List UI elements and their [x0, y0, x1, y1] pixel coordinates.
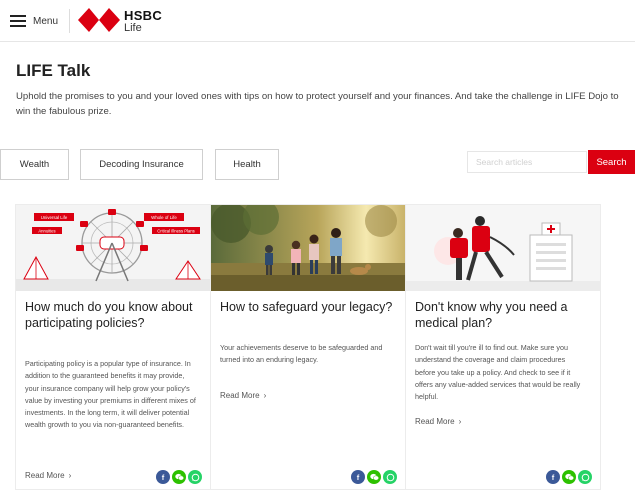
menu-button[interactable]: Menu — [10, 12, 58, 30]
hsbc-life-logo[interactable]: HSBC Life — [78, 6, 178, 36]
wechat-icon[interactable] — [172, 470, 186, 484]
facebook-icon[interactable]: f — [156, 470, 170, 484]
share-bar: f — [156, 470, 202, 484]
hsbc-hexagon-icon — [78, 8, 120, 32]
read-more-label: Read More — [25, 471, 65, 480]
card-description: Don't wait till you're ill to find out. … — [415, 343, 581, 402]
whatsapp-icon[interactable] — [188, 470, 202, 484]
image-label-annuities: Annuities — [38, 228, 55, 233]
read-more-link[interactable]: Read More › — [220, 391, 266, 400]
site-header: Menu HSBC Life — [0, 0, 635, 42]
image-label-whole-of-life: Whole of Life — [151, 215, 177, 220]
facebook-icon[interactable]: f — [351, 470, 365, 484]
whatsapp-icon[interactable] — [383, 470, 397, 484]
chevron-right-icon: › — [68, 471, 72, 480]
search-input[interactable] — [467, 151, 587, 173]
read-more-label: Read More — [415, 417, 455, 426]
svg-text:f: f — [162, 473, 165, 481]
card-description: Participating policy is a popular type o… — [25, 359, 196, 430]
card-description: Your achievements deserve to be safeguar… — [220, 343, 383, 365]
svg-text:f: f — [357, 473, 360, 481]
read-more-link[interactable]: Read More › — [415, 417, 461, 426]
article-card-legacy[interactable]: How to safeguard your legacy? Your achie… — [210, 204, 406, 490]
ferris-wheel-illustration: Universal Life Annuities Whole of Life C… — [16, 205, 210, 291]
logo-name: HSBC — [124, 8, 163, 23]
menu-label: Menu — [33, 15, 59, 27]
logo-sub: Life — [124, 22, 142, 34]
hospital-illustration — [406, 205, 600, 291]
svg-text:f: f — [552, 473, 555, 481]
facebook-icon[interactable]: f — [546, 470, 560, 484]
share-bar: f — [546, 470, 592, 484]
wechat-icon[interactable] — [367, 470, 381, 484]
filter-wealth-button[interactable]: Wealth — [0, 149, 69, 180]
filter-decoding-insurance-button[interactable]: Decoding Insurance — [80, 149, 203, 180]
image-label-critical-illness: Critical Illness Plans — [157, 228, 194, 233]
image-label-universal-life: Universal Life — [41, 215, 68, 220]
search-button[interactable]: Search — [588, 150, 635, 174]
whatsapp-icon[interactable] — [578, 470, 592, 484]
read-more-link[interactable]: Read More › — [25, 471, 71, 480]
page-title: LIFE Talk — [16, 61, 91, 80]
page-intro: Uphold the promises to you and your love… — [16, 91, 619, 117]
card-title[interactable]: How to safeguard your legacy? — [220, 300, 400, 316]
chevron-right-icon: › — [458, 417, 462, 426]
share-bar: f — [351, 470, 397, 484]
card-title[interactable]: How much do you know about participating… — [25, 300, 205, 331]
family-running-photo — [211, 205, 405, 291]
wechat-icon[interactable] — [562, 470, 576, 484]
chevron-right-icon: › — [263, 391, 267, 400]
header-divider — [69, 9, 70, 33]
article-card-medical[interactable]: Don't know why you need a medical plan? … — [405, 204, 601, 490]
read-more-label: Read More — [220, 391, 260, 400]
card-title[interactable]: Don't know why you need a medical plan? — [415, 300, 595, 331]
hamburger-icon — [10, 15, 26, 27]
article-card-participating[interactable]: Universal Life Annuities Whole of Life C… — [15, 204, 211, 490]
filter-health-button[interactable]: Health — [215, 149, 279, 180]
